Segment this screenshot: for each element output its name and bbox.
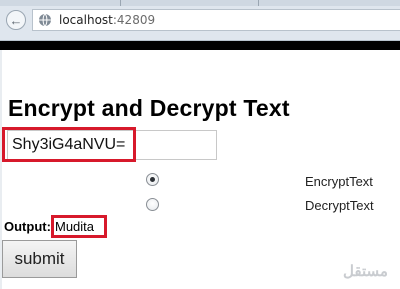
browser-toolbar: ← localhost:42809	[0, 0, 400, 41]
address-bar[interactable]: localhost:42809	[32, 9, 400, 31]
output-label: Output:	[4, 219, 51, 234]
page-title: Encrypt and Decrypt Text	[8, 95, 290, 121]
encrypt-radio[interactable]	[146, 173, 159, 186]
tab-divider	[120, 0, 121, 6]
header-band	[0, 41, 400, 50]
watermark-logo: مستقل	[343, 263, 388, 280]
decrypt-radio[interactable]	[146, 198, 159, 211]
url-text: localhost:42809	[59, 13, 156, 27]
output-value: Mudita	[55, 219, 95, 234]
tab-strip	[0, 0, 400, 6]
globe-icon	[39, 13, 51, 27]
back-button[interactable]: ←	[6, 10, 26, 30]
encrypt-radio-label: EncryptText	[305, 174, 373, 189]
tab-divider	[258, 0, 259, 6]
back-arrow-icon: ←	[9, 12, 23, 28]
decrypt-radio-label: DecryptText	[305, 198, 374, 213]
submit-button[interactable]: submit	[2, 240, 77, 278]
text-input[interactable]	[7, 130, 217, 160]
